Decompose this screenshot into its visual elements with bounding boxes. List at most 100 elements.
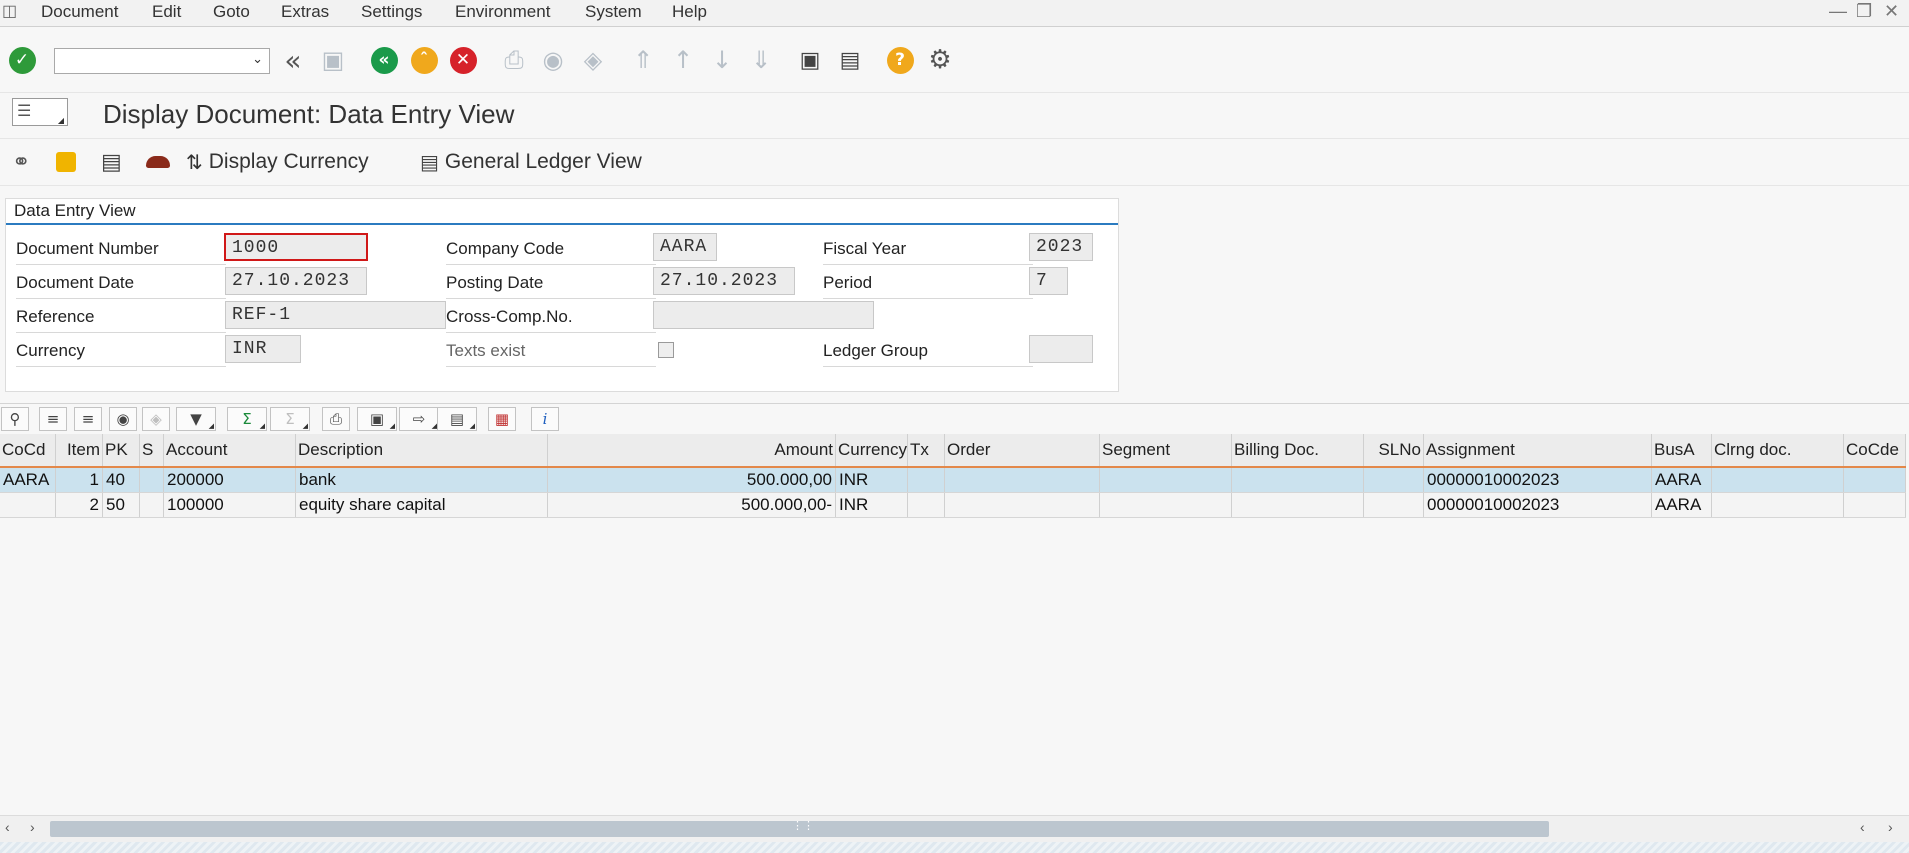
scroll-left-icon[interactable]: ‹ — [1860, 819, 1865, 835]
menu-edit[interactable]: Edit — [148, 0, 185, 24]
cross-comp-field[interactable] — [653, 301, 874, 329]
details-icon[interactable]: ⚲ — [1, 407, 29, 431]
document-date-field[interactable]: 27.10.2023 — [225, 267, 367, 295]
col-account[interactable]: Account — [164, 434, 296, 466]
data-entry-view-group: Data Entry View Document Number 1000 Com… — [5, 198, 1119, 392]
subtotal-icon[interactable]: Σ ◢ — [270, 407, 310, 431]
col-item[interactable]: Item — [56, 434, 103, 466]
cell-assignment: 00000010002023 — [1424, 468, 1652, 492]
create-session-icon[interactable]: ▣ — [796, 46, 824, 74]
customize-icon[interactable]: ⚙ — [926, 45, 954, 75]
previous-page-icon[interactable]: ↑ — [669, 46, 697, 74]
company-code-field[interactable]: AARA — [653, 233, 717, 261]
find-icon[interactable]: ◉ — [109, 407, 137, 431]
ledger-icon: ▤ — [420, 150, 439, 174]
texts-exist-checkbox[interactable] — [658, 342, 674, 358]
cell-slno — [1364, 468, 1424, 492]
find-icon[interactable]: ◉ — [539, 46, 567, 74]
col-cocd[interactable]: CoCd — [0, 434, 56, 466]
cell-billing-doc — [1232, 468, 1364, 492]
col-clrng-doc[interactable]: Clrng doc. — [1712, 434, 1844, 466]
print-icon[interactable]: ⎙ — [500, 46, 528, 74]
export-icon[interactable]: ⇨ ◢ — [399, 407, 439, 431]
next-page-icon[interactable]: ↓ — [708, 46, 736, 74]
total-icon[interactable]: Σ ◢ — [227, 407, 267, 431]
display-currency-button[interactable]: ⇅ Display Currency — [186, 147, 369, 177]
switch-mode-icon[interactable] — [56, 147, 76, 177]
back-double-icon[interactable]: « — [279, 44, 307, 77]
col-currency[interactable]: Currency — [836, 434, 908, 466]
posting-date-field[interactable]: 27.10.2023 — [653, 267, 795, 295]
views-icon[interactable]: ▣ ◢ — [357, 407, 397, 431]
cell-cocd: AARA — [0, 468, 56, 492]
find-next-icon[interactable]: ◈ — [579, 46, 607, 74]
col-slno[interactable]: SLNo — [1364, 434, 1424, 466]
table-row[interactable]: 2 50 100000 equity share capital 500.000… — [0, 493, 1906, 518]
col-billing-doc[interactable]: Billing Doc. — [1232, 434, 1364, 466]
back-icon[interactable]: « — [370, 46, 398, 74]
close-window-icon[interactable]: ✕ — [1884, 1, 1899, 22]
print-preview-icon[interactable]: ⎙ — [322, 407, 350, 431]
fiscal-year-field[interactable]: 2023 — [1029, 233, 1093, 261]
col-assignment[interactable]: Assignment — [1424, 434, 1652, 466]
col-description[interactable]: Description — [296, 434, 548, 466]
display-currency-label: Display Currency — [208, 150, 369, 173]
cell-amount: 500.000,00- — [548, 493, 836, 517]
first-page-icon[interactable]: ⇑ — [629, 46, 657, 74]
restore-icon[interactable]: ❐ — [1856, 1, 1872, 22]
period-field[interactable]: 7 — [1029, 267, 1068, 295]
minimize-icon[interactable]: — — [1829, 1, 1847, 22]
chevron-down-icon[interactable]: ⌄ — [252, 51, 263, 67]
exit-icon[interactable]: ˆ — [410, 46, 438, 74]
grip-icon: ⋮⋮ — [792, 820, 814, 832]
display-view-icon[interactable]: ⚭ — [12, 147, 30, 177]
col-segment[interactable]: Segment — [1100, 434, 1232, 466]
horizontal-scrollbar[interactable]: ‹ › ⋮⋮ ‹ › — [0, 815, 1909, 842]
information-icon[interactable]: i — [531, 407, 559, 431]
cancel-icon[interactable]: ✕ — [449, 46, 477, 74]
table-row[interactable]: AARA 1 40 200000 bank 500.000,00 INR 000… — [0, 468, 1906, 493]
ledger-group-field[interactable] — [1029, 335, 1093, 363]
menu-button[interactable]: ☰ ◢ — [12, 98, 68, 126]
scroll-thumb[interactable]: ⋮⋮ — [50, 820, 1549, 837]
col-cocde[interactable]: CoCde — [1844, 434, 1906, 466]
menu-help[interactable]: Help — [668, 0, 711, 24]
help-icon[interactable]: ? — [886, 46, 914, 74]
hat-icon[interactable] — [146, 147, 170, 177]
cell-busa: AARA — [1652, 468, 1712, 492]
filter-icon[interactable]: ▼ ◢ — [176, 407, 216, 431]
save-icon[interactable]: ▣ — [319, 46, 347, 74]
fiscal-year-label: Fiscal Year — [823, 234, 1033, 265]
document-number-field[interactable]: 1000 — [224, 233, 368, 261]
scroll-right-icon[interactable]: › — [30, 819, 35, 835]
cell-s — [140, 493, 164, 517]
col-amount[interactable]: Amount — [548, 434, 836, 466]
command-field[interactable]: ⌄ — [54, 48, 270, 74]
currency-field[interactable]: INR — [225, 335, 301, 363]
reference-field[interactable]: REF-1 — [225, 301, 446, 329]
col-tx[interactable]: Tx — [908, 434, 945, 466]
menu-extras[interactable]: Extras — [277, 0, 333, 24]
generate-shortcut-icon[interactable]: ▤ — [836, 46, 864, 74]
last-page-icon[interactable]: ⇓ — [747, 46, 775, 74]
menu-settings[interactable]: Settings — [357, 0, 426, 24]
graphic-icon[interactable]: ▦ — [488, 407, 516, 431]
sort-descending-icon[interactable]: ≡ — [74, 407, 102, 431]
enter-icon[interactable]: ✓ — [8, 46, 36, 74]
menu-goto[interactable]: Goto — [209, 0, 254, 24]
col-order[interactable]: Order — [945, 434, 1100, 466]
col-busa[interactable]: BusA — [1652, 434, 1712, 466]
find-next-icon[interactable]: ◈ — [142, 407, 170, 431]
col-s[interactable]: S — [140, 434, 164, 466]
menu-environment[interactable]: Environment — [451, 0, 554, 24]
scroll-left-icon[interactable]: ‹ — [5, 819, 10, 835]
layout-icon[interactable]: ▤ ◢ — [437, 407, 477, 431]
sort-ascending-icon[interactable]: ≡ — [39, 407, 67, 431]
document-overview-icon[interactable]: ▤ — [101, 147, 122, 177]
scroll-right-icon[interactable]: › — [1888, 819, 1893, 835]
general-ledger-view-button[interactable]: ▤ General Ledger View — [420, 147, 642, 177]
menu-system[interactable]: System — [581, 0, 646, 24]
menu-document[interactable]: Document — [37, 0, 122, 24]
system-menu-icon[interactable]: ◫ — [2, 1, 17, 21]
col-pk[interactable]: PK — [103, 434, 140, 466]
